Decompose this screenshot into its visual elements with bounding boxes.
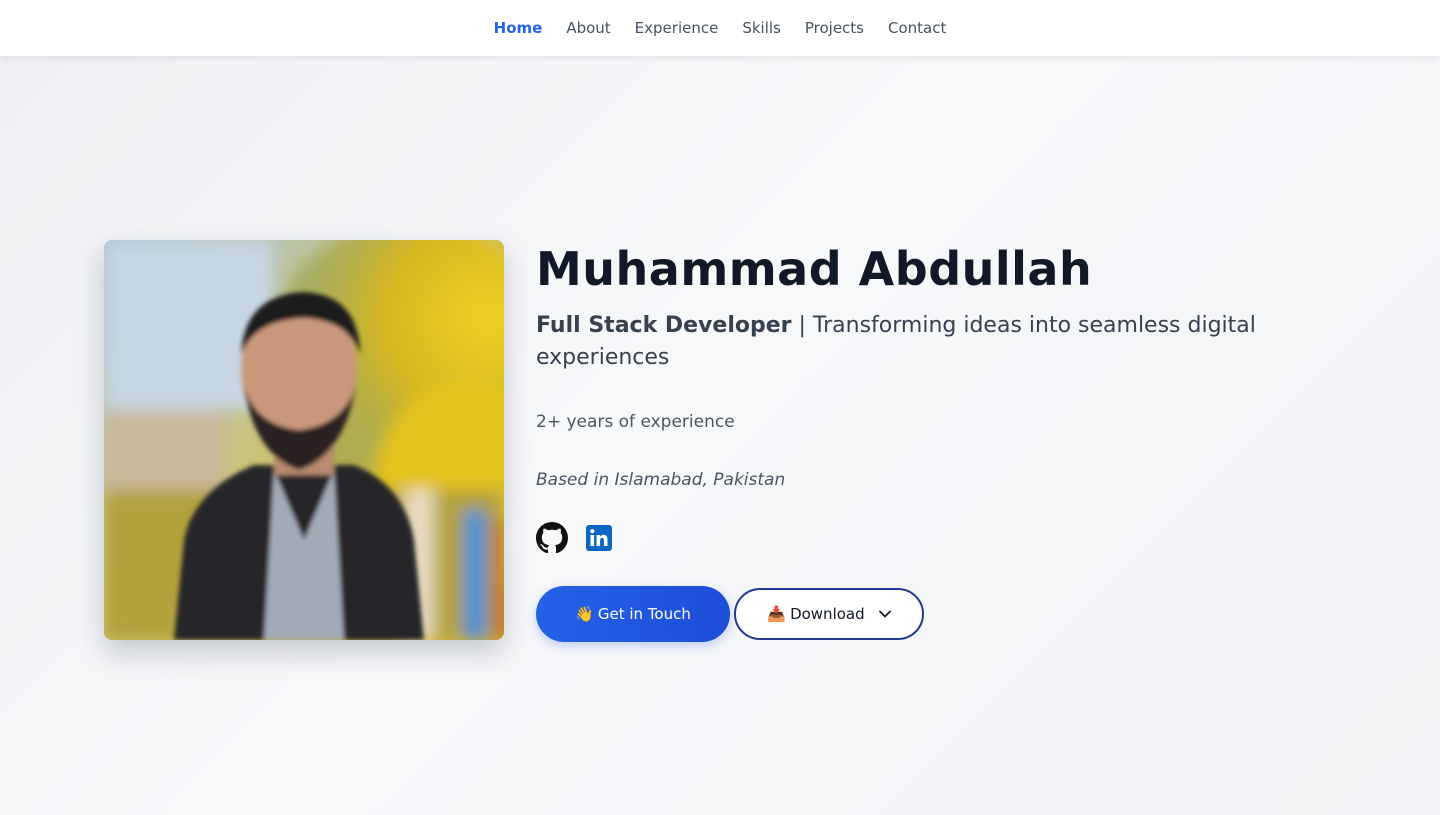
hero-actions: 👋 Get in Touch 📥 Download xyxy=(536,586,1296,642)
nav-home[interactable]: Home xyxy=(494,0,543,56)
hero-name: Muhammad Abdullah xyxy=(536,242,1093,296)
nav-contact[interactable]: Contact xyxy=(888,0,946,56)
chevron-down-icon xyxy=(878,610,891,618)
location-text: Based in Islamabad, Pakistan xyxy=(536,470,786,490)
wave-icon: 👋 xyxy=(575,605,594,623)
nav-about[interactable]: About xyxy=(566,0,610,56)
hero-content: Muhammad Abdullah Full Stack Developer |… xyxy=(536,240,1296,642)
tagline-separator: | xyxy=(791,313,813,338)
nav-experience[interactable]: Experience xyxy=(635,0,719,56)
experience-text: 2+ years of experience xyxy=(536,412,735,432)
hero-tagline: Full Stack Developer | Transforming idea… xyxy=(536,310,1296,374)
get-in-touch-label: Get in Touch xyxy=(597,605,691,623)
profile-photo xyxy=(104,240,504,640)
linkedin-icon xyxy=(586,525,612,551)
social-links xyxy=(536,522,1296,558)
hero-section: Muhammad Abdullah Full Stack Developer |… xyxy=(0,56,1440,815)
download-dropdown-button[interactable]: 📥 Download xyxy=(734,588,924,640)
inbox-tray-icon: 📥 xyxy=(767,605,787,623)
get-in-touch-button[interactable]: 👋 Get in Touch xyxy=(536,586,730,642)
github-link[interactable] xyxy=(536,522,568,558)
hero-role: Full Stack Developer xyxy=(536,313,792,338)
linkedin-link[interactable] xyxy=(586,525,612,555)
profile-photo-image xyxy=(104,240,504,640)
nav-projects[interactable]: Projects xyxy=(805,0,864,56)
nav-skills[interactable]: Skills xyxy=(742,0,781,56)
github-icon xyxy=(536,522,568,554)
top-navbar: Home About Experience Skills Projects Co… xyxy=(0,0,1440,56)
download-label: Download xyxy=(790,605,865,623)
